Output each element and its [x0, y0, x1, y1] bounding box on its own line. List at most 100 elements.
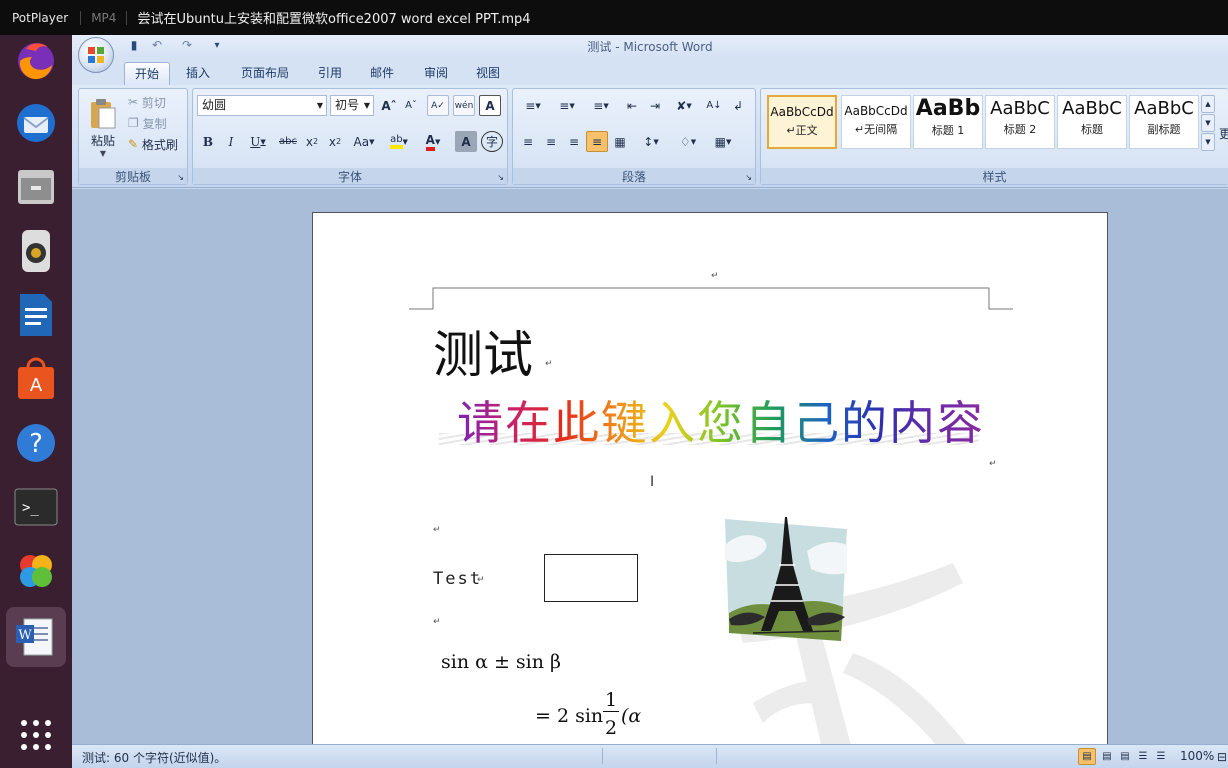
highlight-icon[interactable]: ab ▼ [383, 131, 415, 152]
increase-indent-icon[interactable]: ⇥ [644, 95, 666, 116]
paste-button[interactable]: 粘贴 ▼ [83, 93, 123, 163]
dialog-launcher-icon[interactable]: ↘ [177, 173, 184, 182]
style-no-spacing[interactable]: AaBbCcDd ↵无间隔 [841, 95, 911, 149]
style-name: ↵无间隔 [854, 123, 898, 136]
status-word-count[interactable]: 测试: 60 个字符(近似值)。 [82, 749, 226, 766]
italic-icon[interactable]: I [220, 131, 242, 152]
copy-button[interactable]: ❐ 复制 [127, 114, 185, 132]
ribbon: 粘贴 ▼ ✂ 剪切 ❐ 复制 ✎ 格式刷 剪贴板 ↘ 幼圆 ▼ 初号 ▼ Aˆ Aˇ… [72, 85, 1228, 188]
dialog-launcher-icon[interactable]: ↘ [745, 173, 752, 182]
styles-more-icon[interactable]: ▼ [1201, 133, 1215, 151]
paragraph-mark: ↵ [477, 575, 485, 585]
writer-icon[interactable] [12, 291, 60, 339]
web-layout-icon[interactable]: ▤ [1116, 748, 1134, 765]
print-layout-icon[interactable]: ▤ [1078, 748, 1096, 765]
clipboard-group: 粘贴 ▼ ✂ 剪切 ❐ 复制 ✎ 格式刷 剪贴板 ↘ [78, 88, 188, 185]
char-shading-icon[interactable]: A [455, 131, 477, 152]
full-screen-reading-icon[interactable]: ▤ [1098, 748, 1116, 765]
tab-insert[interactable]: 插入 [178, 62, 218, 85]
office-button[interactable] [78, 37, 114, 73]
tab-references[interactable]: 引用 [310, 62, 350, 85]
asian-layout-icon[interactable]: ✘ ▼ [669, 95, 699, 116]
distribute-icon[interactable]: ▦ [609, 131, 631, 152]
change-case-icon[interactable]: Aa ▼ [349, 131, 379, 152]
firefox-icon[interactable] [12, 35, 60, 83]
eiffel-tower-clipart[interactable] [723, 515, 851, 643]
bullets-icon[interactable]: ≡ ▼ [517, 95, 549, 116]
cut-button[interactable]: ✂ 剪切 [127, 93, 185, 111]
tab-page-layout[interactable]: 页面布局 [230, 62, 300, 85]
superscript-icon[interactable]: x2 [324, 131, 346, 152]
zoom-level[interactable]: 100% [1180, 749, 1214, 763]
software-icon[interactable]: A [12, 355, 60, 403]
font-color-icon[interactable]: A ▼ [417, 131, 449, 152]
style-name: ↵正文 [786, 124, 818, 137]
style-subtitle[interactable]: AaBbC 副标题 [1129, 95, 1199, 149]
player-app-name[interactable]: PotPlayer [0, 11, 80, 25]
crossover-icon[interactable] [12, 547, 60, 595]
format-painter-button[interactable]: ✎ 格式刷 [127, 135, 187, 153]
shrink-font-icon[interactable]: Aˇ [401, 95, 421, 116]
justify-icon[interactable]: ≡ [586, 131, 608, 152]
underline-icon[interactable]: U ▼ [243, 131, 273, 152]
clipboard-group-title: 剪贴板 [79, 168, 187, 184]
help-icon[interactable]: ? [12, 419, 60, 467]
shading-icon[interactable]: ♢ ▼ [671, 131, 705, 152]
enclose-char-icon[interactable]: 字 [481, 131, 503, 152]
word-icon[interactable]: W [6, 607, 66, 667]
show-marks-icon[interactable]: ↲ [727, 95, 749, 116]
test-label[interactable]: Test [433, 569, 482, 589]
font-name-box[interactable]: 幼圆 ▼ [197, 95, 327, 116]
formula-line-1[interactable]: sin α ± sin β [441, 651, 561, 673]
subscript-icon[interactable]: x2 [301, 131, 323, 152]
align-right-icon[interactable]: ≡ [563, 131, 585, 152]
zoom-out-icon[interactable]: ⊟ [1216, 748, 1228, 765]
terminal-icon[interactable]: >_ [12, 483, 60, 531]
multilevel-list-icon[interactable]: ≡ ▼ [585, 95, 617, 116]
style-name: 副标题 [1147, 123, 1181, 136]
sort-icon[interactable]: A↓ [703, 95, 725, 116]
bold-icon[interactable]: B [197, 131, 219, 152]
tab-view[interactable]: 视图 [468, 62, 508, 85]
style-heading-2[interactable]: AaBbC 标题 2 [985, 95, 1055, 149]
tab-review[interactable]: 审阅 [416, 62, 456, 85]
draft-view-icon[interactable]: ☰ [1152, 748, 1170, 765]
copy-icon: ❐ [128, 116, 139, 130]
style-heading-1[interactable]: AaBb 标题 1 [913, 95, 983, 149]
tab-mailings[interactable]: 邮件 [362, 62, 402, 85]
char-border-icon[interactable]: A [479, 95, 501, 116]
text-box[interactable] [544, 554, 638, 602]
align-center-icon[interactable]: ≡ [540, 131, 562, 152]
scroll-up-icon[interactable]: ▲ [1201, 95, 1215, 113]
document-heading[interactable]: 测试 [433, 325, 533, 385]
quick-access-toolbar: ▮ ↶ ↷ ▾ 测试 - Microsoft Word [72, 35, 1228, 57]
decrease-indent-icon[interactable]: ⇤ [621, 95, 643, 116]
document-page[interactable]: ↵ 测试 ↵ 请在此键入您自己的内容 ↵ ↵ Test ↵ ↵ sin α ± … [312, 212, 1108, 753]
chevron-down-icon: ▼ [99, 149, 107, 158]
clear-format-icon[interactable]: A✓ [427, 95, 449, 116]
strikethrough-icon[interactable]: abc [276, 131, 300, 152]
scroll-down-icon[interactable]: ▼ [1201, 114, 1215, 132]
formula-line-2[interactable]: = 2 sin [535, 705, 603, 727]
outline-view-icon[interactable]: ☰ [1134, 748, 1152, 765]
files-icon[interactable] [12, 163, 60, 211]
phonetic-guide-icon[interactable]: wén [453, 95, 475, 116]
style-preview: AaBbCcDd [770, 105, 834, 119]
font-size-box[interactable]: 初号 ▼ [330, 95, 374, 116]
app-grid-icon[interactable] [12, 711, 60, 759]
style-title[interactable]: AaBbC 标题 [1057, 95, 1127, 149]
change-styles-label[interactable]: 更 [1219, 125, 1228, 142]
style-normal[interactable]: AaBbCcDd ↵正文 [767, 95, 837, 149]
wordart[interactable]: 请在此键入您自己的内容 [433, 393, 993, 473]
line-spacing-icon[interactable]: ↕ ▼ [635, 131, 667, 152]
dialog-launcher-icon[interactable]: ↘ [497, 173, 504, 182]
thunderbird-icon[interactable] [12, 99, 60, 147]
align-left-icon[interactable]: ≡ [517, 131, 539, 152]
numbering-icon[interactable]: ≡ ▼ [551, 95, 583, 116]
borders-icon[interactable]: ▦ ▼ [707, 131, 739, 152]
style-name: 标题 1 [931, 124, 965, 137]
tab-home[interactable]: 开始 [124, 62, 170, 85]
speaker-icon[interactable] [12, 227, 60, 275]
grow-font-icon[interactable]: Aˆ [379, 95, 399, 116]
style-name: 标题 [1081, 123, 1103, 136]
